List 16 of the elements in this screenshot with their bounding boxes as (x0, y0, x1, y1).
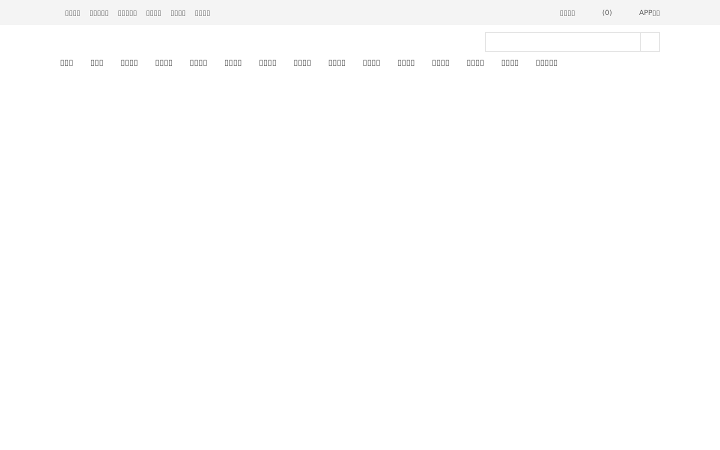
nav-link[interactable]: ▯▯▯▯ (501, 57, 519, 69)
nav-link[interactable]: ▯▯▯ (90, 57, 104, 69)
nav-link[interactable]: ▯▯▯▯▯ (536, 57, 558, 69)
nav-link[interactable]: ▯▯▯ (60, 57, 74, 69)
nav-link[interactable]: ▯▯▯▯ (328, 57, 346, 69)
search-field[interactable] (485, 32, 660, 52)
nav-link[interactable]: ▯▯▯▯ (466, 57, 484, 69)
nav-link[interactable]: ▯▯▯▯ (120, 57, 138, 69)
nav-link[interactable]: ▯▯▯▯ (258, 57, 276, 69)
nav-link[interactable]: ▯▯▯▯ (224, 57, 242, 69)
nav-link[interactable]: ▯▯▯▯ (293, 57, 312, 69)
nav-link[interactable]: ▯▯▯▯ (397, 57, 415, 69)
nav-link[interactable]: ▯▯▯▯ (155, 57, 173, 69)
nav-link[interactable]: ▯▯▯▯ (432, 57, 450, 69)
nav-link[interactable]: ▯▯▯▯ (190, 57, 208, 69)
nav-link[interactable]: ▯▯▯▯ (362, 57, 380, 69)
